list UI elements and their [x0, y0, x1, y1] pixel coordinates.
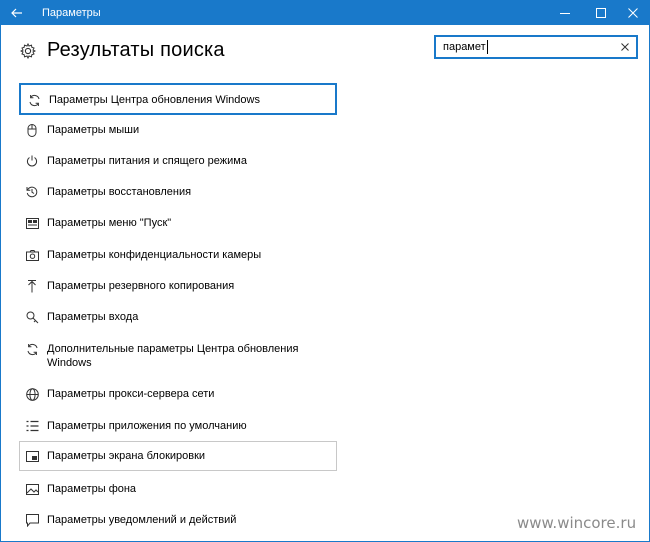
picture-icon: [25, 482, 39, 496]
clear-search-button[interactable]: [618, 37, 632, 57]
gear-icon: [19, 42, 37, 60]
result-item-recovery[interactable]: Параметры восстановления: [19, 184, 337, 200]
result-label: Параметры меню "Пуск": [47, 217, 172, 229]
settings-window: Параметры Результаты поиска парамет Пара…: [0, 0, 650, 542]
camera-icon: [25, 248, 39, 262]
result-item-lock-screen[interactable]: Параметры экрана блокировки: [19, 441, 337, 471]
globe-icon: [25, 387, 39, 401]
result-label: Параметры приложения по умолчанию: [47, 420, 247, 432]
result-item-default-apps[interactable]: Параметры приложения по умолчанию: [19, 418, 337, 434]
title-bar: Параметры: [1, 1, 649, 25]
result-label: Параметры питания и спящего режима: [47, 155, 247, 167]
clear-icon: [621, 43, 629, 51]
search-input[interactable]: парамет: [443, 37, 486, 57]
page-header: Результаты поиска: [19, 39, 225, 62]
key-icon: [25, 310, 39, 324]
search-box[interactable]: парамет: [434, 35, 638, 59]
start-menu-icon: [25, 216, 39, 230]
back-arrow-icon: [11, 8, 22, 18]
result-item-windows-update[interactable]: Параметры Центра обновления Windows: [19, 83, 337, 115]
result-label: Параметры прокси-сервера сети: [47, 388, 215, 400]
result-label: Параметры мыши: [47, 124, 140, 136]
minimize-button[interactable]: [548, 1, 582, 25]
result-label: Параметры входа: [47, 311, 139, 323]
result-item-start-menu[interactable]: Параметры меню "Пуск": [19, 215, 337, 231]
result-label: Параметры экрана блокировки: [47, 450, 206, 462]
mouse-icon: [25, 123, 39, 137]
close-button[interactable]: [616, 1, 649, 25]
watermark-text: www.wincore.ru: [517, 514, 637, 532]
result-label: Параметры фона: [47, 483, 137, 495]
maximize-icon: [596, 8, 606, 18]
maximize-button[interactable]: [584, 1, 618, 25]
result-label: Параметры Центра обновления Windows: [49, 94, 260, 106]
result-item-mouse[interactable]: Параметры мыши: [19, 122, 337, 138]
sync-icon: [27, 93, 41, 107]
result-label: Дополнительные параметры Центра обновлен…: [47, 343, 299, 355]
lock-screen-icon: [25, 449, 39, 463]
text-caret: [487, 40, 488, 54]
result-item-backup[interactable]: Параметры резервного копирования: [19, 278, 337, 294]
result-label: Параметры восстановления: [47, 186, 192, 198]
history-icon: [25, 185, 39, 199]
result-label: Параметры резервного копирования: [47, 280, 235, 292]
result-label: Параметры уведомлений и действий: [47, 514, 237, 526]
result-label-line2: Windows: [47, 357, 92, 369]
result-item-advanced-update[interactable]: Дополнительные параметры Центра обновлен…: [19, 341, 337, 371]
page-title: Результаты поиска: [47, 39, 225, 61]
close-icon: [628, 8, 638, 18]
result-item-background[interactable]: Параметры фона: [19, 481, 337, 497]
result-item-sign-in[interactable]: Параметры входа: [19, 309, 337, 325]
result-item-proxy[interactable]: Параметры прокси-сервера сети: [19, 386, 337, 402]
window-title: Параметры: [42, 7, 101, 19]
minimize-icon: [560, 13, 570, 14]
back-button[interactable]: [1, 1, 33, 25]
list-icon: [25, 419, 39, 433]
result-label: Параметры конфиденциальности камеры: [47, 249, 262, 261]
message-icon: [25, 513, 39, 527]
result-item-power[interactable]: Параметры питания и спящего режима: [19, 153, 337, 169]
sync-icon: [25, 342, 39, 356]
result-item-notifications[interactable]: Параметры уведомлений и действий: [19, 512, 337, 528]
upload-icon: [25, 279, 39, 293]
result-item-camera-privacy[interactable]: Параметры конфиденциальности камеры: [19, 247, 337, 263]
power-icon: [25, 154, 39, 168]
